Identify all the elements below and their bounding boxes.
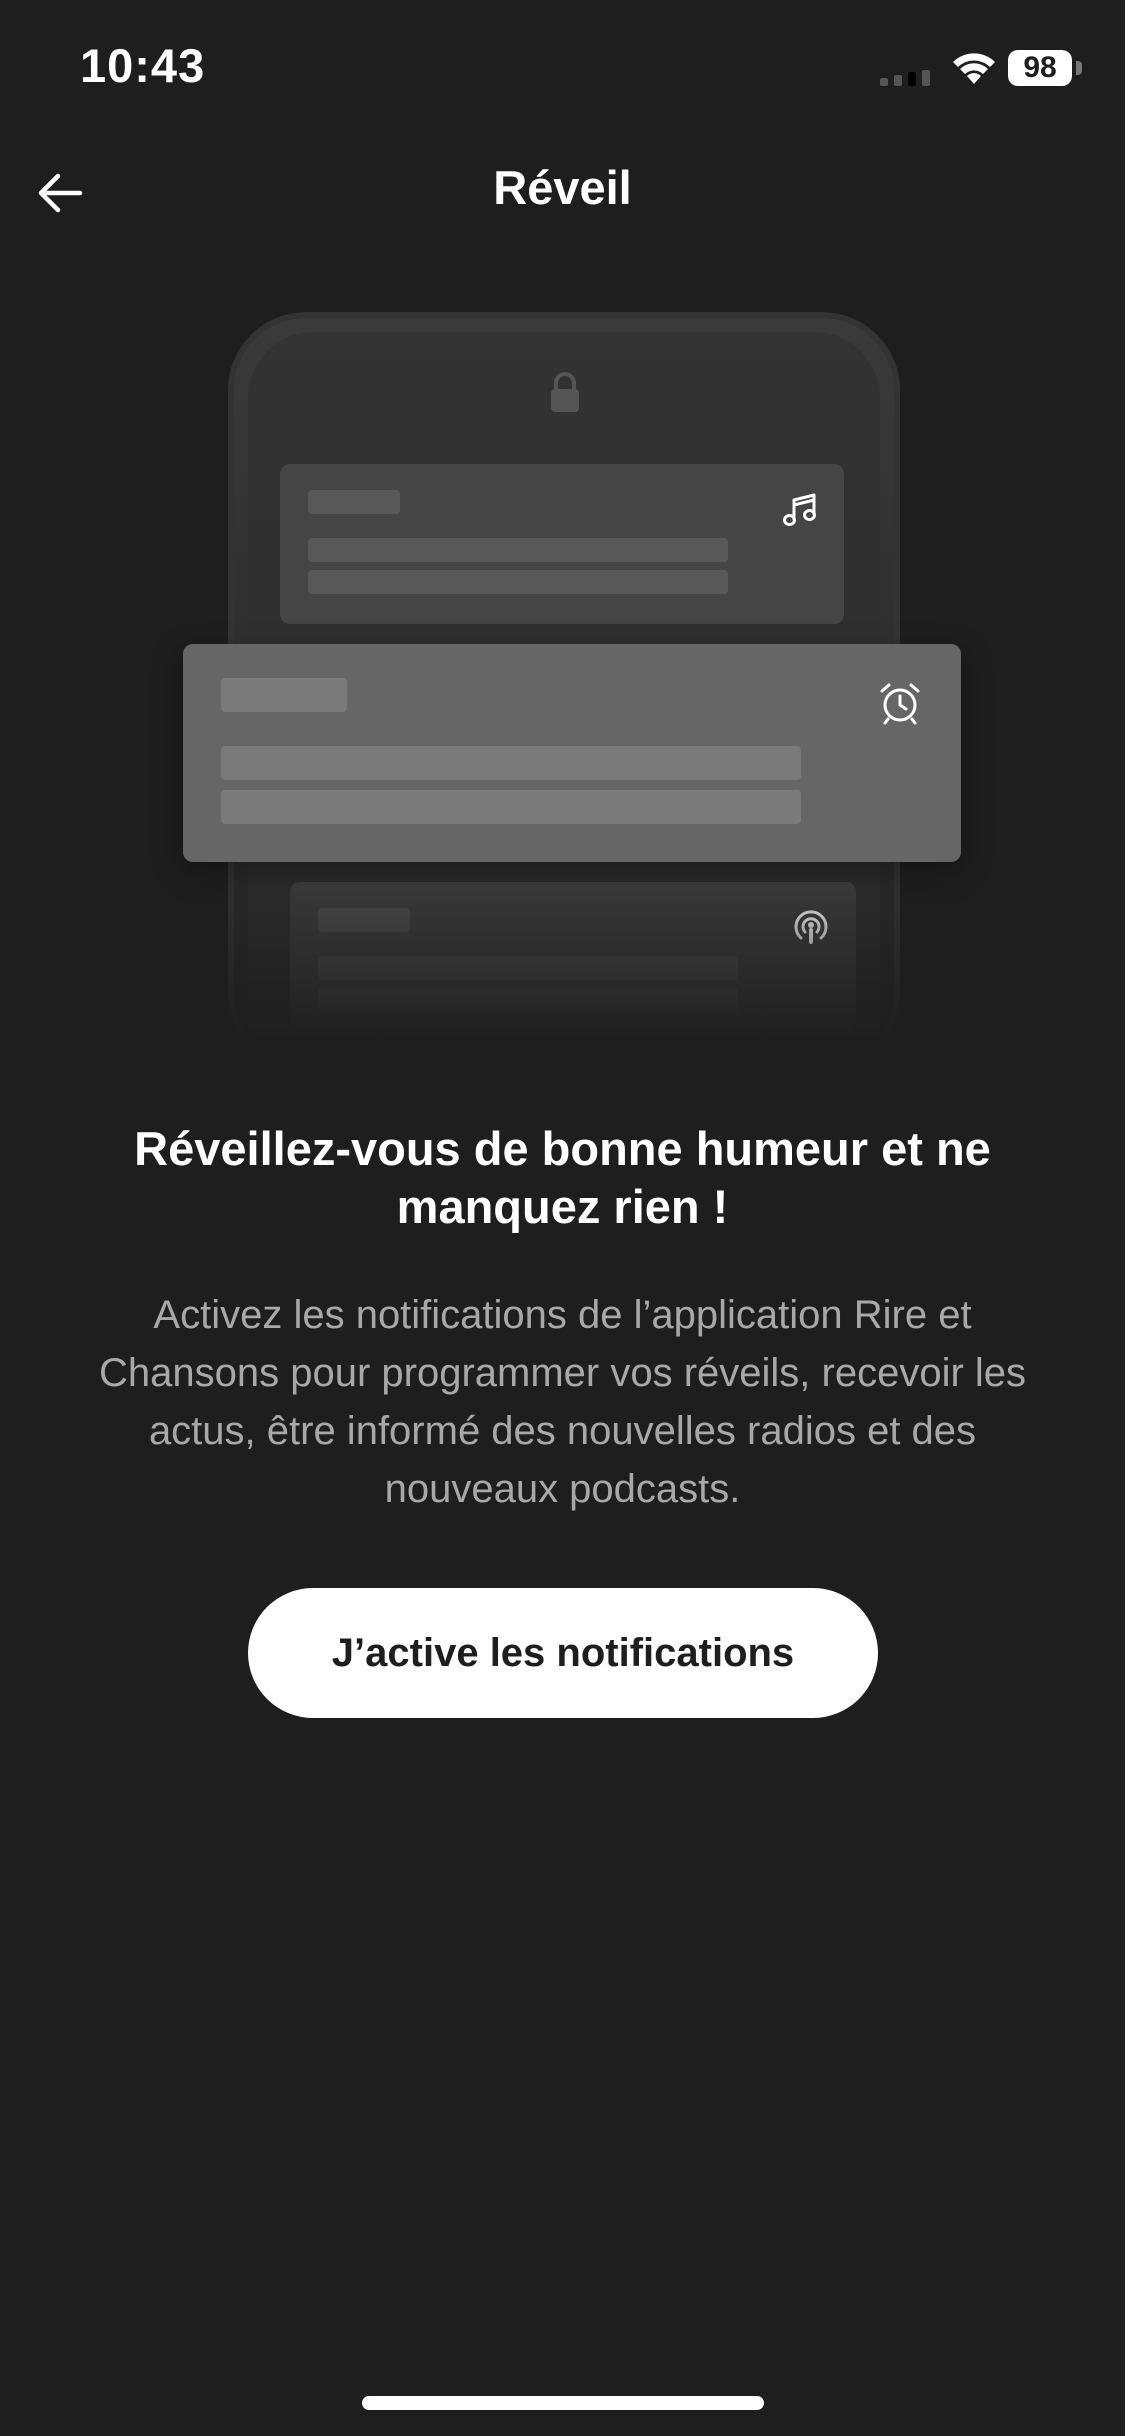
battery-icon: 98 (1008, 50, 1072, 86)
placeholder-title (221, 678, 347, 712)
status-time: 10:43 (80, 39, 206, 92)
home-indicator[interactable] (362, 2396, 764, 2410)
placeholder-line (221, 790, 801, 824)
music-note-icon (783, 493, 816, 526)
lock-icon (551, 372, 579, 412)
placeholder-line (308, 538, 728, 562)
battery-tip (1076, 61, 1082, 75)
wifi-icon (953, 53, 995, 84)
enable-notifications-button[interactable]: J’active les notifications (248, 1588, 878, 1718)
alarm-notification-card (183, 644, 961, 862)
alarm-clock-icon (880, 683, 920, 725)
description: Activez les notifications de l’applicati… (98, 1293, 1027, 1511)
battery-level: 98 (1023, 51, 1057, 84)
notifications-illustration (0, 300, 1125, 1080)
music-notification-card (280, 464, 844, 624)
headline: Réveillez-vous de bonne humeur et ne man… (134, 1122, 991, 1233)
placeholder-title (308, 490, 400, 514)
page-title: Réveil (493, 161, 632, 214)
illustration-fade (0, 860, 1125, 1080)
placeholder-line (308, 570, 728, 594)
placeholder-line (221, 746, 801, 780)
signal-icon (880, 70, 930, 86)
status-bar: 10:43 98 (0, 0, 1125, 140)
